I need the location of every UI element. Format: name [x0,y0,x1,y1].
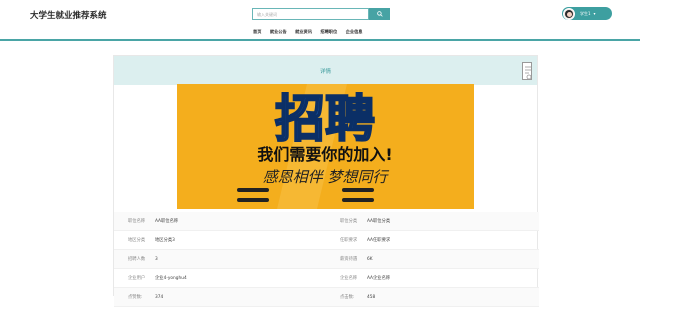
nav-item-home[interactable]: 首页 [253,29,261,35]
nav-item-news[interactable]: 就业资讯 [295,29,312,35]
info-cell: 点击数: 458 [326,288,538,306]
nav-item-announcements[interactable]: 就业公告 [270,29,287,35]
document-icon[interactable] [522,62,532,80]
info-cell: 企业名称 AA企业名称 [326,269,538,287]
nav-item-jobs[interactable]: 招聘职位 [320,29,337,35]
field-label: 点赞数: [128,295,143,300]
info-cell: 职位分类 AA职位分类 [326,212,538,230]
site-title[interactable]: 大学生就业推荐系统 [30,9,107,21]
search-bar [252,8,390,20]
field-value: 地区分类3 [155,238,175,243]
search-button[interactable] [369,8,390,20]
field-value: AA任职要求 [367,238,391,243]
field-value: 企业4-yonghu4 [155,276,187,281]
search-input[interactable] [252,8,369,20]
poster-big-text: 招聘 [275,90,375,148]
nav-item-companies[interactable]: 企业信息 [346,29,363,35]
job-info-table: 职位名称 AA职位名称 职位分类 AA职位分类 地区分类 地区分类3 任职要求 AA任职… [114,212,539,307]
field-label: 任职要求 [340,238,358,243]
info-cell: 地区分类 地区分类3 [114,231,326,249]
table-row: 职位名称 AA职位名称 职位分类 AA职位分类 [114,212,539,231]
top-navbar: 大学生就业推荐系统 首页 就业公告 就业资讯 招聘职位 企业信息 学生1 ▾ [0,0,640,41]
detail-card: 详情 招聘 我们需要你的加入! 感恩相伴 梦想同行 职位名称AA职位名称 职位 [113,55,539,307]
user-name: 学生1 [580,10,591,16]
info-cell: 职位名称 AA职位名称 [114,212,326,230]
table-row: 招聘人数 3 薪资待遇 6K [114,250,539,269]
avatar [563,7,575,20]
field-value: 3 [155,256,158,262]
field-label: 薪资待遇 [340,257,358,262]
field-value: AA企业名称 [367,276,391,281]
info-cell: 招聘人数 3 [114,250,326,268]
detail-header: 详情 [114,56,537,85]
field-value: 6K [367,256,373,262]
info-cell: 任职要求 AA任职要求 [326,231,538,249]
field-value: 458 [367,294,376,300]
search-icon [376,11,383,17]
field-label: 职位分类 [340,219,358,224]
field-label: 招聘人数 [128,257,146,262]
field-label: 企业用户 [128,276,146,281]
chevron-down-icon: ▾ [593,11,596,16]
table-row: 点赞数: 374 点击数: 458 [114,288,539,307]
poster-line2: 感恩相伴 梦想同行 [263,168,390,186]
field-label: 企业名称 [340,276,358,281]
table-row: 企业用户 企业4-yonghu4 企业名称 AA企业名称 [114,269,539,288]
info-cell: 薪资待遇 6K [326,250,538,268]
user-menu[interactable]: 学生1 ▾ [562,7,612,20]
poster-line1: 我们需要你的加入! [257,145,392,164]
field-value: AA职位分类 [367,219,391,224]
field-label: 点击数: [340,295,355,300]
field-label: 职位名称 [128,219,146,224]
field-label: 地区分类 [128,238,146,243]
table-row: 地区分类 地区分类3 任职要求 AA任职要求 [114,231,539,250]
info-cell: 点赞数: 374 [114,288,326,306]
recruitment-poster-image: 招聘 我们需要你的加入! 感恩相伴 梦想同行 [177,84,474,209]
info-cell: 企业用户 企业4-yonghu4 [114,269,326,287]
main-nav: 首页 就业公告 就业资讯 招聘职位 企业信息 [253,29,371,35]
detail-title: 详情 [319,69,331,75]
field-value: 374 [155,294,164,300]
field-value: AA职位名称 [155,219,179,224]
